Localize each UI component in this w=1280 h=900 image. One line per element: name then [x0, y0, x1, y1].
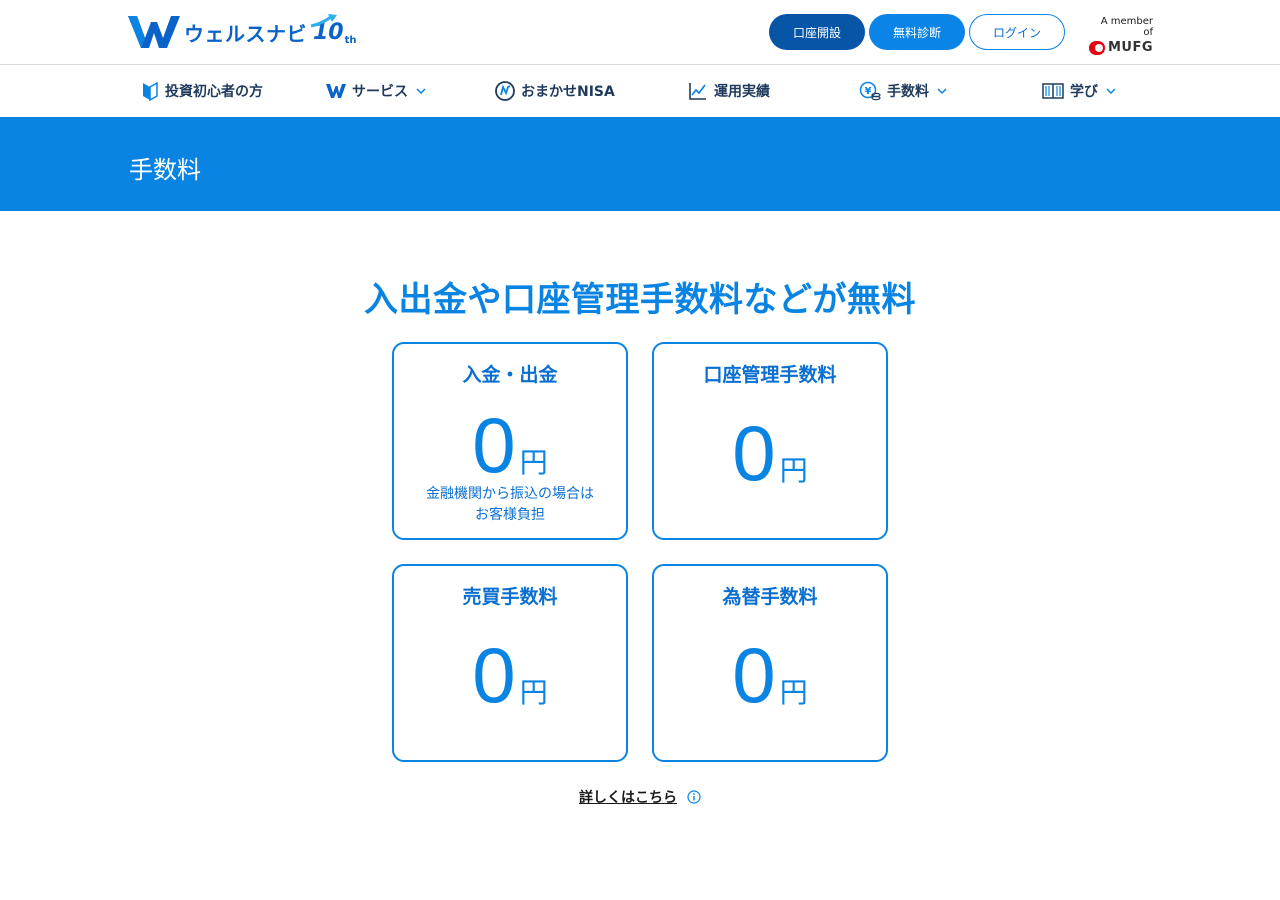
svg-text:¥: ¥: [865, 86, 872, 97]
yen-coins-icon: ¥: [859, 81, 881, 101]
mufg-member-text: A member of: [1100, 16, 1153, 38]
chevron-down-icon: [416, 88, 426, 94]
fee-unit: 円: [779, 676, 808, 709]
fee-amount: 0: [472, 631, 516, 719]
fee-unit: 円: [519, 446, 548, 479]
fee-card-value: 0円: [654, 414, 886, 492]
anniversary-arrow-icon: [310, 13, 337, 27]
fee-unit: 円: [519, 676, 548, 709]
nav-item-nisa[interactable]: おまかせNISA: [495, 65, 615, 117]
fee-card-title: 入金・出金: [462, 364, 558, 386]
mufg-mark-icon: [1089, 40, 1105, 55]
w-logo-mark-icon: [128, 16, 180, 48]
fee-card-value: 0円: [394, 406, 626, 484]
fee-card-trading: 売買手数料 0円: [392, 564, 628, 762]
details-link[interactable]: 詳しくはこちら: [579, 787, 677, 807]
page-title-band: 手数料: [0, 117, 1280, 211]
logo-text: ウェルスナビ: [184, 21, 307, 46]
page-title: 手数料: [129, 156, 201, 184]
beginner-mark-icon: [143, 81, 158, 101]
nav-label: 運用実績: [714, 84, 770, 100]
info-icon[interactable]: [687, 790, 701, 804]
fee-note-line: お客様負担: [475, 507, 545, 523]
fee-amount: 0: [472, 401, 516, 489]
fee-card-note: 金融機関から振込の場合は お客様負担: [394, 484, 626, 526]
w-logo-icon: [326, 84, 346, 98]
fee-note-line: 金融機関から振込の場合は: [426, 486, 594, 502]
fee-amount: 0: [732, 409, 776, 497]
nav-item-services[interactable]: サービス: [326, 65, 426, 117]
nav-label: おまかせNISA: [521, 84, 615, 100]
fee-card-value: 0円: [394, 636, 626, 714]
fee-card-title: 口座管理手数料: [703, 364, 837, 386]
nav-label: サービス: [352, 84, 408, 100]
fee-amount: 0: [732, 631, 776, 719]
anniversary-suffix: th: [344, 34, 357, 46]
tenth-anniversary-badge: 10th: [310, 13, 357, 46]
fee-card-title: 為替手数料: [722, 586, 818, 608]
fee-card-currency-exchange: 為替手数料 0円: [652, 564, 888, 762]
fee-card-value: 0円: [654, 636, 886, 714]
open-account-button[interactable]: 口座開設: [769, 14, 865, 50]
fee-card-deposit-withdrawal: 入金・出金 0円 金融機関から振込の場合は お客様負担: [392, 342, 628, 540]
fee-unit: 円: [779, 454, 808, 487]
chevron-down-icon: [937, 88, 947, 94]
nav-label: 学び: [1070, 84, 1098, 100]
global-nav: 投資初心者の方 サービス おまかせNISA 運用実績 ¥ 手数料 学び: [0, 65, 1280, 117]
nav-item-fees[interactable]: ¥ 手数料: [859, 65, 947, 117]
mufg-name: MUFG: [1107, 40, 1153, 55]
nav-item-beginners[interactable]: 投資初心者の方: [141, 65, 263, 117]
chart-icon: [689, 83, 706, 100]
free-diagnosis-button[interactable]: 無料診断: [869, 14, 965, 50]
nav-label: 投資初心者の方: [165, 84, 263, 100]
book-icon: [1042, 83, 1064, 99]
login-button[interactable]: ログイン: [969, 14, 1065, 50]
fee-card-title: 売買手数料: [462, 586, 558, 608]
details-row: 詳しくはこちら: [0, 787, 1280, 807]
chevron-down-icon: [1106, 88, 1116, 94]
nisa-icon: [495, 81, 515, 101]
nav-label: 手数料: [887, 84, 929, 100]
wealthnavi-logo[interactable]: ウェルスナビ 10th: [128, 13, 357, 49]
fee-card-account-management: 口座管理手数料 0円: [652, 342, 888, 540]
nav-item-performance[interactable]: 運用実績: [688, 65, 770, 117]
section-headline: 入出金や口座管理手数料などが無料: [364, 280, 916, 320]
site-header: ウェルスナビ 10th 口座開設 無料診断 ログイン A member of M…: [0, 0, 1280, 65]
nav-item-learning[interactable]: 学び: [1042, 65, 1116, 117]
mufg-member-logo: A member of MUFG: [1089, 16, 1153, 55]
